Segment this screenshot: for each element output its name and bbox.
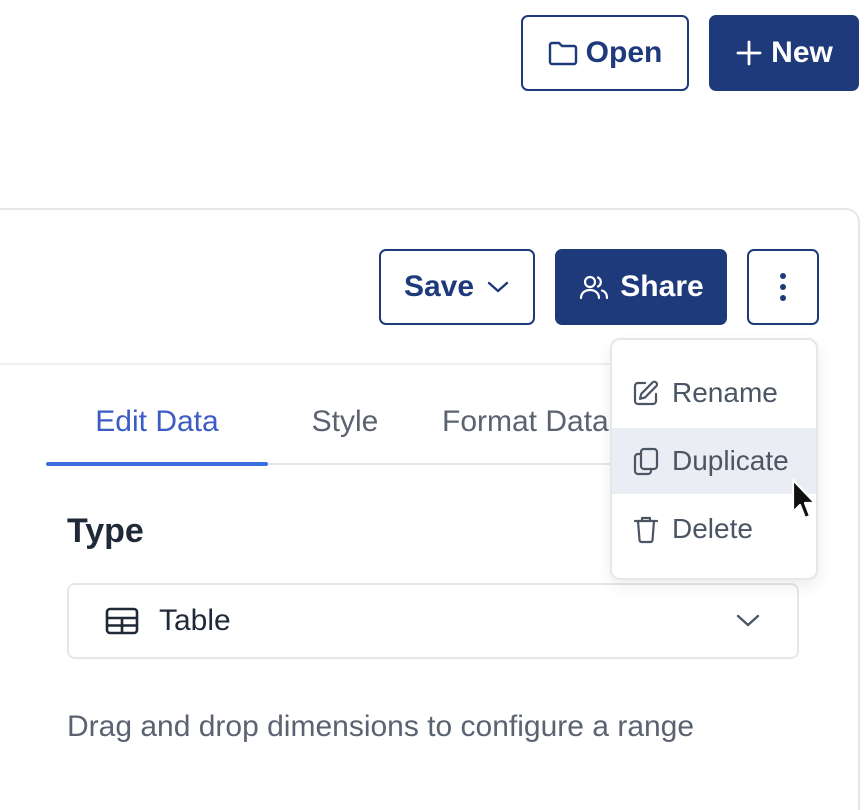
open-button-label: Open [585,36,663,69]
copy-icon [632,446,660,476]
type-select[interactable]: Table [67,583,799,659]
more-options-button[interactable] [747,249,819,325]
menu-item-delete[interactable]: Delete [612,496,816,562]
pencil-icon [632,379,660,407]
save-button[interactable]: Save [379,249,535,325]
new-button[interactable]: New [709,15,859,91]
plus-icon [735,39,763,67]
type-select-value: Table [159,604,231,637]
tab-style[interactable]: Style [282,380,408,464]
users-icon [578,273,610,301]
kebab-menu-icon [779,272,787,302]
tab-edit-data[interactable]: Edit Data [46,380,268,466]
type-heading: Type [67,512,144,550]
menu-item-duplicate[interactable]: Duplicate [612,428,816,494]
tab-label: Format Data [442,405,609,438]
menu-item-rename[interactable]: Rename [612,360,816,426]
chevron-down-icon [735,613,761,629]
more-options-menu: Rename Duplicate Delete [610,338,818,580]
menu-item-label: Duplicate [672,445,789,476]
tab-label: Style [311,405,379,438]
menu-item-label: Delete [672,513,753,544]
menu-item-label: Rename [672,377,778,408]
folder-icon [548,40,578,66]
panel-divider [0,363,610,365]
new-button-label: New [771,36,833,69]
share-button-label: Share [620,270,704,303]
save-button-label: Save [403,270,475,303]
share-button[interactable]: Share [555,249,727,325]
trash-icon [632,514,660,544]
open-button[interactable]: Open [521,15,689,91]
tab-label: Edit Data [95,405,219,438]
table-icon [105,607,139,635]
chevron-down-icon [486,280,510,294]
helper-text: Drag and drop dimensions to configure a … [67,710,695,743]
